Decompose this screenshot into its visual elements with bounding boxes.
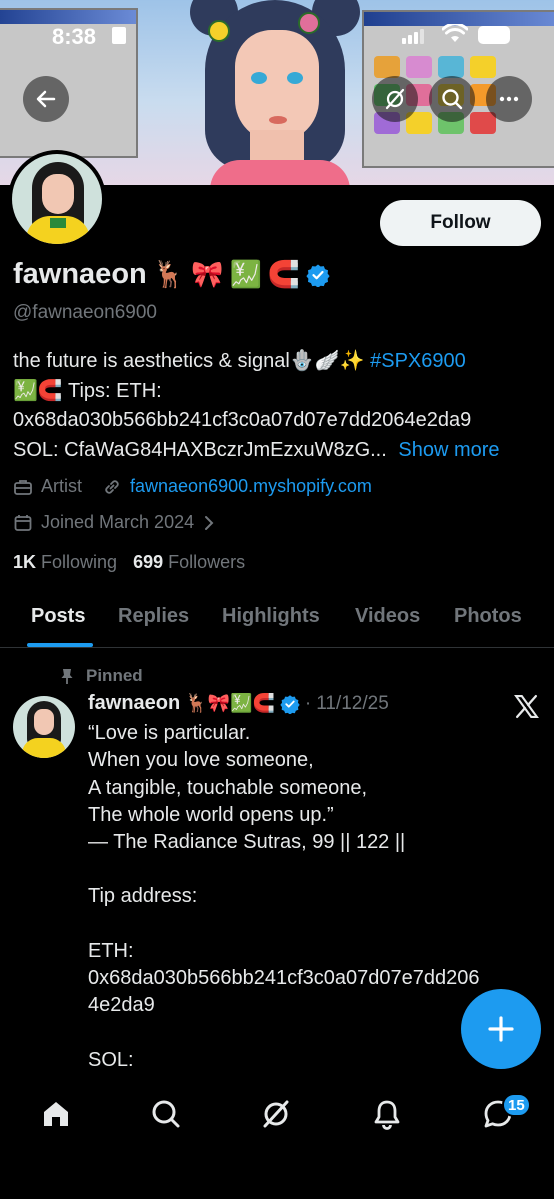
nav-grok[interactable] <box>256 1094 296 1134</box>
joined-row[interactable]: Joined March 2024 <box>13 512 216 533</box>
display-name-text: fawnaeon <box>13 258 147 290</box>
bio-eth-address: 0x68da030b566bb241cf3c0a07d07e7dd2064e2d… <box>13 409 472 431</box>
verified-badge-icon <box>280 694 300 714</box>
bio-sol-address: SOL: CfaWaG84HAXBczrJmEzxuW8zG... <box>13 438 387 461</box>
bio-line-4: SOL: CfaWaG84HAXBczrJmEzxuW8zG... Show m… <box>13 436 543 466</box>
calendar-icon <box>14 514 32 531</box>
name-emoji-deer: 🦌 <box>152 259 186 289</box>
tab-posts[interactable]: Posts <box>31 605 85 628</box>
tab-replies[interactable]: Replies <box>118 605 189 628</box>
plus-icon <box>488 1016 514 1042</box>
arrow-left-icon <box>36 90 56 108</box>
home-icon <box>44 1102 68 1126</box>
post-line: ETH: <box>88 939 134 962</box>
bio-text: the future is aesthetics & signal <box>13 350 290 372</box>
post-line <box>88 911 536 938</box>
following-link[interactable]: 1K Following <box>13 552 117 573</box>
more-icon <box>499 96 519 102</box>
post-line: A tangible, touchable someone, <box>88 776 368 799</box>
post-line: The whole world opens up.” <box>88 803 334 826</box>
profile-avatar[interactable] <box>8 150 106 248</box>
briefcase-icon <box>14 479 32 495</box>
post-separator: · <box>304 692 312 714</box>
post-header: fawnaeon 🦌🎀💹🧲 · 11/12/25 <box>88 692 389 715</box>
pinned-indicator: Pinned <box>58 666 143 686</box>
bio-emojis-2: 💹🧲 <box>13 379 63 402</box>
more-options-button[interactable] <box>486 76 532 122</box>
bottom-navigation <box>0 1080 554 1199</box>
pin-icon <box>61 669 73 684</box>
search-icon <box>152 1100 180 1128</box>
compose-button[interactable] <box>461 989 541 1069</box>
verified-badge-icon[interactable] <box>306 263 330 287</box>
post-date[interactable]: 11/12/25 <box>316 693 389 715</box>
wifi-icon <box>442 24 468 42</box>
link-icon <box>105 479 119 494</box>
active-tab-indicator <box>27 643 93 647</box>
chevron-right-icon <box>205 515 214 530</box>
grok-icon <box>263 1100 289 1128</box>
post-line: Tip address: <box>88 885 198 908</box>
profile-tabs: Posts Replies Highlights Videos Photos <box>0 588 554 648</box>
tab-videos[interactable]: Videos <box>355 605 420 628</box>
pinned-label: Pinned <box>86 666 143 685</box>
post-author-avatar[interactable] <box>13 696 75 758</box>
profile-meta-row: Artist fawnaeon6900.myshopify.com <box>13 476 372 497</box>
followers-link[interactable]: 699 Followers <box>133 552 245 573</box>
search-button[interactable] <box>429 76 475 122</box>
name-emoji-ribbon: 🎀 <box>191 259 224 289</box>
hashtag-link[interactable]: #SPX6900 <box>370 350 466 372</box>
messages-badge: 15 <box>502 1093 531 1117</box>
post-author-name[interactable]: fawnaeon <box>88 692 180 715</box>
battery-icon <box>478 26 510 44</box>
bio-tips-text: Tips: ETH: <box>68 379 162 402</box>
post-author-emojis: 🦌🎀💹🧲 <box>185 693 275 713</box>
follow-counts: 1K Following 699 Followers <box>13 552 245 573</box>
bio-emojis: 🪬🪽✨ <box>289 350 365 372</box>
x-logo-icon <box>514 694 539 719</box>
contact-card-icon <box>112 27 126 44</box>
show-more-link[interactable]: Show more <box>398 439 499 461</box>
back-button[interactable] <box>23 76 69 122</box>
search-icon <box>442 89 463 110</box>
profile-display-name: fawnaeon 🦌 🎀 💹 🧲 <box>13 258 330 291</box>
bio-line-2: 💹🧲 Tips: ETH: <box>13 377 543 407</box>
cellular-signal-icon <box>402 29 424 44</box>
nav-search[interactable] <box>146 1094 186 1134</box>
avatar <box>12 154 102 244</box>
grok-icon <box>385 88 405 110</box>
status-time: 8:38 <box>52 24 97 49</box>
post-line: When you love someone, <box>88 749 314 772</box>
bell-icon <box>374 1100 400 1130</box>
name-emoji-chart: 💹 <box>229 259 262 289</box>
profile-handle: @fawnaeon6900 <box>13 302 157 323</box>
grok-button[interactable] <box>372 76 418 122</box>
nav-home[interactable] <box>36 1094 76 1134</box>
status-bar: 8:38 <box>0 0 554 70</box>
post-line: — The Radiance Sutras, 99 || 122 || <box>88 831 406 854</box>
post-line: 0x68da030b566bb241cf3c0a07d07e7dd206 <box>88 967 480 990</box>
follow-button[interactable]: Follow <box>380 200 541 246</box>
tab-highlights[interactable]: Highlights <box>222 605 320 628</box>
website-link[interactable]: fawnaeon6900.myshopify.com <box>130 476 372 497</box>
post-line <box>88 856 536 883</box>
tab-photos[interactable]: Photos <box>454 605 522 628</box>
joined-date: Joined March 2024 <box>41 512 195 532</box>
name-emoji-magnet: 🧲 <box>267 259 301 289</box>
profile-bio: the future is aesthetics & signal🪬🪽✨ #SP… <box>13 347 543 465</box>
profile-category: Artist <box>41 476 83 496</box>
bio-line-1: the future is aesthetics & signal🪬🪽✨ #SP… <box>13 347 543 377</box>
post-line: “Love is particular. <box>88 722 251 744</box>
nav-notifications[interactable] <box>367 1094 407 1134</box>
